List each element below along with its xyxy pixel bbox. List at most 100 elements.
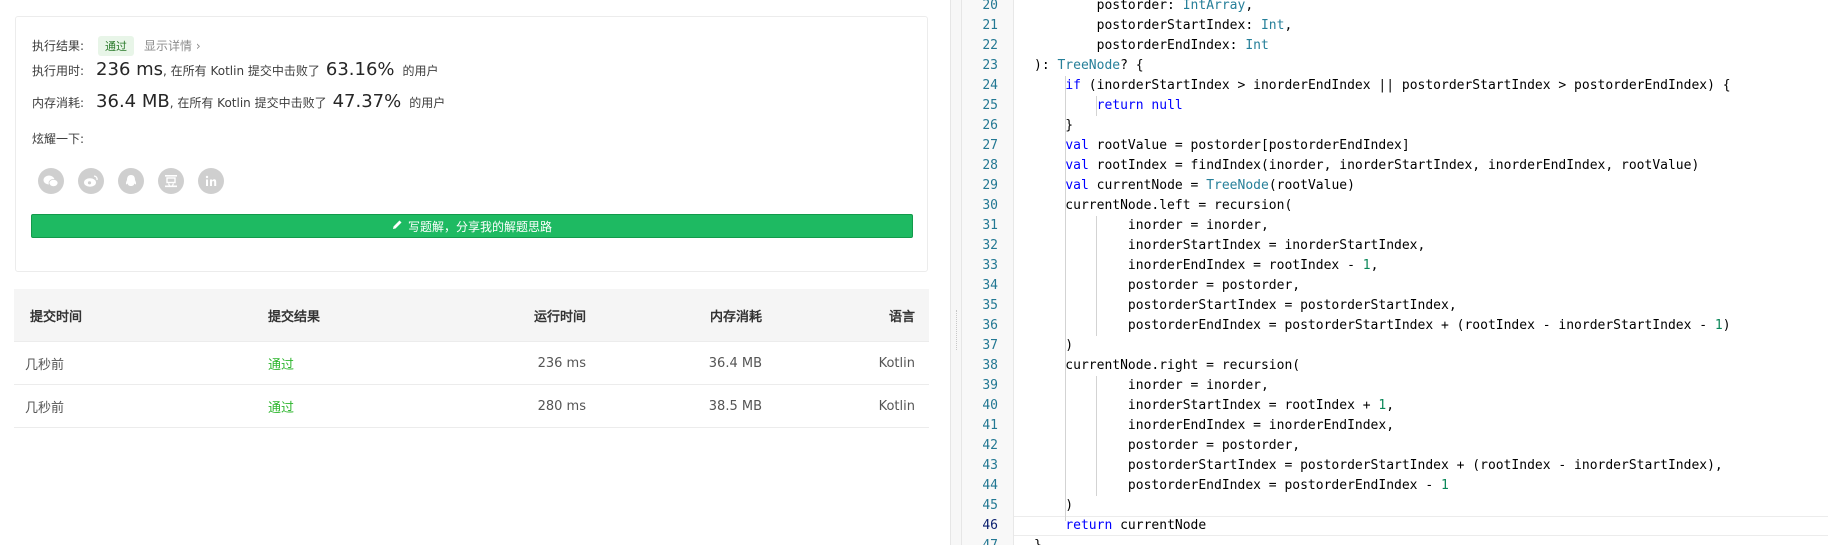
qq-icon[interactable] — [118, 168, 144, 194]
line-number: 41 — [982, 418, 998, 433]
code-text[interactable]: postorder = postorder, — [1034, 276, 1300, 296]
code-text[interactable]: postorderEndIndex: Int — [1034, 36, 1269, 56]
code-token: TreeNode — [1057, 58, 1121, 73]
code-text[interactable]: inorderEndIndex = rootIndex - 1, — [1034, 256, 1378, 276]
line-number: 24 — [982, 78, 998, 93]
code-text[interactable]: postorderStartIndex: Int, — [1034, 16, 1293, 36]
code-text[interactable]: postorder: IntArray, — [1034, 0, 1254, 16]
code-text[interactable]: if (inorderStartIndex > inorderEndIndex … — [1034, 76, 1731, 96]
header-language[interactable]: 语言 — [786, 306, 929, 325]
code-token: , — [1386, 398, 1395, 413]
code-token: postorder = postorder, — [1034, 438, 1301, 453]
line-number: 47 — [962, 536, 998, 545]
code-text[interactable]: inorderStartIndex = inorderStartIndex, — [1034, 236, 1425, 256]
code-text[interactable]: postorderStartIndex = postorderStartInde… — [1034, 456, 1723, 476]
code-text[interactable]: return null — [1034, 96, 1183, 116]
current-line-highlight — [1014, 516, 1828, 536]
code-line[interactable]: 32 inorderStartIndex = inorderStartIndex… — [962, 236, 1828, 256]
code-token: val — [1065, 158, 1089, 173]
splitter-grip-icon[interactable] — [956, 310, 957, 350]
table-row[interactable]: 几秒前 通过 280 ms 38.5 MB Kotlin — [14, 385, 929, 428]
code-line[interactable]: 25 return null — [962, 96, 1828, 116]
code-line[interactable]: 35 postorderStartIndex = postorderStartI… — [962, 296, 1828, 316]
code-line[interactable]: 45 ) — [962, 496, 1828, 516]
code-line[interactable]: 36 postorderEndIndex = postorderStartInd… — [962, 316, 1828, 336]
code-line[interactable]: 46 return currentNode — [962, 516, 1828, 536]
code-token: Int — [1260, 18, 1285, 33]
wechat-icon[interactable] — [38, 168, 64, 194]
code-text[interactable]: currentNode.left = recursion( — [1034, 196, 1292, 216]
cell-submit-time: 几秒前 — [25, 400, 65, 416]
code-line[interactable]: 44 postorderEndIndex = postorderEndIndex… — [962, 476, 1828, 496]
code-text[interactable]: val rootValue = postorder[postorderEndIn… — [1034, 136, 1409, 156]
code-line[interactable]: 24 if (inorderStartIndex > inorderEndInd… — [962, 76, 1828, 96]
code-editor[interactable]: 20 postorder: IntArray, 21 postorderStart… — [962, 0, 1828, 545]
code-line[interactable]: 39 inorder = inorder, — [962, 376, 1828, 396]
code-token: ) — [1034, 498, 1074, 513]
code-line[interactable]: 31 inorder = inorder, — [962, 216, 1828, 236]
code-text[interactable]: } — [1034, 536, 1042, 545]
code-line[interactable]: 47} — [962, 536, 1828, 545]
panel-splitter[interactable] — [950, 0, 962, 545]
code-line[interactable]: 42 postorder = postorder, — [962, 436, 1828, 456]
code-line[interactable]: 23): TreeNode? { — [962, 56, 1828, 76]
write-solution-button[interactable]: 写题解，分享我的解题思路 — [31, 214, 913, 238]
code-text[interactable]: } — [1034, 116, 1073, 136]
code-text[interactable]: inorder = inorder, — [1034, 216, 1269, 236]
code-token: TreeNode — [1206, 178, 1269, 193]
header-memory[interactable]: 内存消耗 — [618, 306, 786, 325]
code-line[interactable]: 21 postorderStartIndex: Int, — [962, 16, 1828, 36]
code-text[interactable]: val currentNode = TreeNode(rootValue) — [1034, 176, 1355, 196]
code-text[interactable]: postorder = postorder, — [1034, 436, 1300, 456]
code-line[interactable]: 33 inorderEndIndex = rootIndex - 1, — [962, 256, 1828, 276]
code-line[interactable]: 41 inorderEndIndex = inorderEndIndex, — [962, 416, 1828, 436]
code-token: 1 — [1714, 318, 1723, 333]
status-badge: 通过 — [98, 36, 135, 56]
code-line[interactable]: 43 postorderStartIndex = postorderStartI… — [962, 456, 1828, 476]
code-text[interactable]: inorder = inorder, — [1034, 376, 1269, 396]
memory-row: 内存消耗: 36.4 MB , 在所有 Kotlin 提交中击败了 47.37%… — [32, 91, 445, 112]
code-line[interactable]: 34 postorder = postorder, — [962, 276, 1828, 296]
code-line[interactable]: 26 } — [962, 116, 1828, 136]
weibo-icon[interactable] — [78, 168, 104, 194]
cell-submit-result[interactable]: 通过 — [268, 354, 468, 373]
runtime-percent: 63.16% — [325, 59, 395, 80]
code-text[interactable]: postorderEndIndex = postorderStartIndex … — [1034, 316, 1731, 336]
code-line[interactable]: 37 ) — [962, 336, 1828, 356]
indent-guide — [1096, 376, 1097, 496]
show-details-link[interactable]: 显示详情 › — [144, 37, 201, 54]
code-token: IntArray — [1182, 0, 1246, 13]
header-submit-result[interactable]: 提交结果 — [268, 306, 468, 325]
header-runtime[interactable]: 运行时间 — [468, 306, 618, 325]
code-line[interactable]: 30 currentNode.left = recursion( — [962, 196, 1828, 216]
table-row[interactable]: 几秒前 通过 236 ms 36.4 MB Kotlin — [14, 342, 929, 385]
code-text[interactable]: val rootIndex = findIndex(inorder, inord… — [1034, 156, 1699, 176]
code-text[interactable]: ) — [1034, 336, 1073, 356]
code-text[interactable]: postorderStartIndex = postorderStartInde… — [1034, 296, 1457, 316]
code-line[interactable]: 40 inorderStartIndex = rootIndex + 1, — [962, 396, 1828, 416]
code-line[interactable]: 29 val currentNode = TreeNode(rootValue) — [962, 176, 1828, 196]
code-line[interactable]: 27 val rootValue = postorder[postorderEn… — [962, 136, 1828, 156]
code-text[interactable]: inorderStartIndex = rootIndex + 1, — [1034, 396, 1394, 416]
code-token: postorderStartIndex = postorderStartInde… — [1034, 458, 1723, 473]
douban-icon[interactable] — [158, 168, 184, 194]
code-token: postorder: — [1034, 0, 1183, 13]
header-submit-time[interactable]: 提交时间 — [14, 306, 268, 325]
code-line[interactable]: 22 postorderEndIndex: Int — [962, 36, 1828, 56]
code-text[interactable]: inorderEndIndex = inorderEndIndex, — [1034, 416, 1394, 436]
code-text[interactable]: ): TreeNode? { — [1034, 56, 1144, 76]
code-text[interactable]: ) — [1034, 496, 1073, 516]
code-token: 1 — [1441, 478, 1449, 493]
code-line[interactable]: 28 val rootIndex = findIndex(inorder, in… — [962, 156, 1828, 176]
linkedin-icon[interactable] — [198, 168, 224, 194]
cell-submit-result[interactable]: 通过 — [268, 397, 468, 416]
code-token: (inorderStartIndex > inorderEndIndex || … — [1080, 78, 1731, 93]
indent-guide — [1096, 96, 1097, 116]
code-line[interactable]: 20 postorder: IntArray, — [962, 0, 1828, 16]
code-line[interactable]: 38 currentNode.right = recursion( — [962, 356, 1828, 376]
code-token: ? { — [1120, 58, 1144, 73]
code-text[interactable]: currentNode.right = recursion( — [1034, 356, 1300, 376]
share-label: 炫耀一下: — [32, 132, 85, 146]
